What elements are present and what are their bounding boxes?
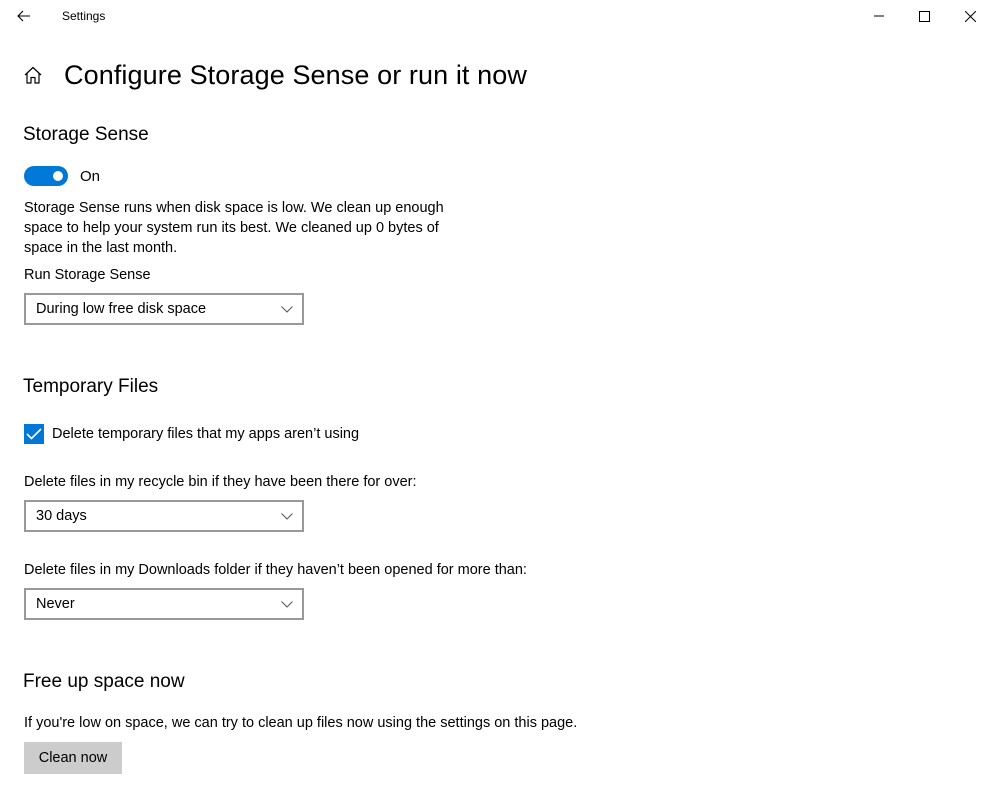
close-button[interactable] [947,0,993,32]
run-storage-sense-label: Run Storage Sense [24,267,151,283]
app-title: Settings [62,9,106,23]
checkmark-icon [26,428,42,440]
chevron-down-icon [280,304,294,314]
page-header: Configure Storage Sense or run it now [22,55,527,95]
close-icon [964,10,976,22]
clean-now-button[interactable]: Clean now [24,742,122,774]
delete-temp-files-option[interactable]: Delete temporary files that my apps aren… [24,424,359,444]
back-button[interactable] [8,4,40,28]
page-title: Configure Storage Sense or run it now [64,59,527,90]
chevron-down-icon [280,511,294,521]
delete-temp-files-checkbox[interactable] [24,424,44,444]
storage-sense-heading: Storage Sense [23,124,149,145]
title-bar: Settings [0,0,993,32]
delete-temp-files-label: Delete temporary files that my apps aren… [52,426,360,442]
dropdown-value: Never [36,596,75,612]
maximize-icon [918,10,930,22]
downloads-folder-dropdown[interactable]: Never [24,588,304,620]
downloads-folder-label: Delete files in my Downloads folder if t… [24,562,527,578]
minimize-icon [874,15,884,17]
storage-sense-description: Storage Sense runs when disk space is lo… [24,200,444,256]
chevron-down-icon [280,599,294,609]
arrow-left-icon [17,10,30,22]
maximize-button[interactable] [901,0,947,32]
storage-sense-toggle-row: On [24,166,100,186]
dropdown-value: During low free disk space [36,301,207,317]
storage-sense-toggle[interactable] [24,166,68,186]
toggle-state-label: On [80,167,101,185]
minimize-button[interactable] [856,0,902,32]
recycle-bin-label: Delete files in my recycle bin if they h… [24,474,417,490]
home-icon [24,66,42,84]
recycle-bin-dropdown[interactable]: 30 days [24,500,304,532]
free-up-space-heading: Free up space now [23,671,185,692]
temporary-files-heading: Temporary Files [23,376,159,397]
dropdown-value: 30 days [36,508,87,524]
run-storage-sense-dropdown[interactable]: During low free disk space [24,293,304,325]
free-up-space-description: If you're low on space, we can try to cl… [24,715,578,731]
toggle-knob [53,171,63,181]
home-button[interactable] [22,64,44,86]
